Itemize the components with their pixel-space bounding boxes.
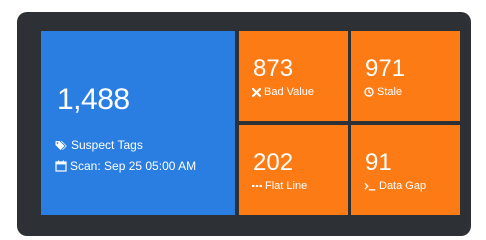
data-gap-label: Data Gap — [379, 180, 427, 192]
stale-label-row: Stale — [364, 85, 402, 99]
suspect-tags-tile[interactable]: 1,488 Suspect Tags Scan: Sep 25 05:00 AM — [41, 31, 235, 215]
ellipsis-icon — [252, 184, 262, 188]
suspect-tags-label: Suspect Tags — [71, 138, 143, 152]
flat-line-label-row: Flat Line — [252, 179, 307, 193]
scan-time-text: Scan: Sep 25 05:00 AM — [70, 159, 197, 173]
calendar-icon — [55, 160, 67, 172]
data-gap-label-row: Data Gap — [364, 179, 426, 193]
suspect-tags-count: 1,488 — [57, 83, 130, 116]
clock-icon — [364, 87, 374, 97]
data-gap-tile[interactable]: 91 Data Gap — [351, 125, 460, 215]
stale-label: Stale — [377, 86, 403, 98]
bad-value-label-row: Bad Value — [252, 85, 314, 99]
terminal-icon — [364, 182, 376, 191]
suspect-tags-label-row: Suspect Tags — [55, 137, 143, 153]
bad-value-tile[interactable]: 873 Bad Value — [239, 31, 348, 121]
flat-line-tile[interactable]: 202 Flat Line — [239, 125, 348, 215]
times-icon — [252, 87, 261, 97]
tags-icon — [55, 140, 68, 151]
bad-value-label: Bad Value — [264, 86, 314, 98]
scan-time-row: Scan: Sep 25 05:00 AM — [55, 158, 196, 174]
flat-line-count: 202 — [253, 149, 294, 176]
flat-line-label: Flat Line — [265, 180, 308, 192]
stale-tile[interactable]: 971 Stale — [351, 31, 460, 121]
bad-value-count: 873 — [253, 55, 294, 82]
stale-count: 971 — [365, 55, 406, 82]
data-gap-count: 91 — [365, 149, 392, 176]
dashboard-panel: 1,488 Suspect Tags Scan: Sep 25 05:00 AM… — [17, 12, 471, 236]
